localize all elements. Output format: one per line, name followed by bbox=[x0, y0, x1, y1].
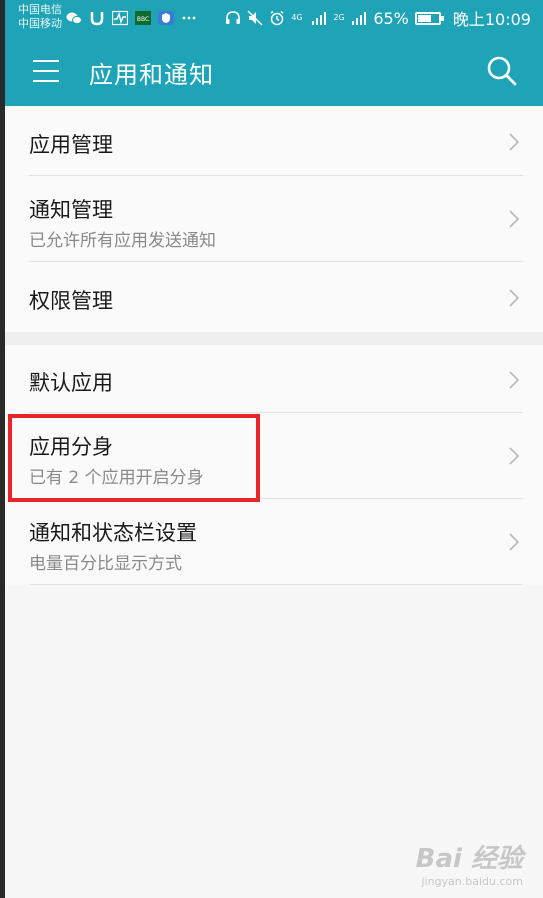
signal-icon bbox=[312, 12, 327, 25]
more-icon bbox=[182, 16, 196, 20]
status-right: 4G 2G 65% 晚上10:09 bbox=[225, 6, 531, 30]
item-subtitle: 已有 2 个应用开启分身 bbox=[29, 468, 204, 488]
chevron-right-icon bbox=[509, 447, 519, 465]
settings-group-1: 应用管理 通知管理 已允许所有应用发送通知 权限管理 bbox=[5, 106, 543, 332]
status-bar: 中国电信 中国移动 BBC 4G 2G 65% 晚上10:09 bbox=[0, 0, 543, 36]
watermark-url: jingyan.baidu.com bbox=[421, 875, 523, 888]
security-icon bbox=[158, 11, 174, 25]
menu-icon-line-2 bbox=[33, 70, 59, 72]
list-item-app-management[interactable]: 应用管理 bbox=[5, 106, 543, 176]
notification-icons: BBC bbox=[66, 8, 197, 28]
chevron-right-icon bbox=[509, 133, 519, 151]
list-item-notification-statusbar-settings[interactable]: 通知和状态栏设置 电量百分比显示方式 bbox=[5, 499, 543, 585]
divider bbox=[29, 584, 523, 585]
battery-fill bbox=[417, 14, 431, 22]
menu-icon-line-1 bbox=[33, 60, 59, 62]
item-title: 通知和状态栏设置 bbox=[29, 521, 197, 545]
carrier-info: 中国电信 中国移动 bbox=[18, 3, 62, 31]
bbc-icon: BBC bbox=[135, 11, 151, 25]
menu-icon-line-3 bbox=[33, 80, 59, 82]
screen: 中国电信 中国移动 BBC 4G 2G 65% 晚上10:09 应用和通知 应用… bbox=[0, 0, 543, 898]
clock: 晚上10:09 bbox=[452, 10, 531, 29]
app-bar: 应用和通知 bbox=[0, 36, 543, 106]
network-2g: 2G bbox=[333, 13, 345, 22]
carrier-2: 中国移动 bbox=[18, 17, 62, 30]
chevron-right-icon bbox=[509, 533, 519, 551]
list-item-app-twin[interactable]: 应用分身 已有 2 个应用开启分身 bbox=[5, 413, 543, 499]
list-item-default-apps[interactable]: 默认应用 bbox=[5, 345, 543, 413]
page-title: 应用和通知 bbox=[89, 61, 214, 89]
left-edge bbox=[0, 0, 5, 898]
alarm-icon bbox=[270, 10, 284, 26]
signal-icon-2 bbox=[352, 12, 367, 25]
item-title: 默认应用 bbox=[29, 371, 113, 395]
mute-icon bbox=[247, 10, 263, 26]
chevron-right-icon bbox=[509, 210, 519, 228]
chevron-right-icon bbox=[509, 371, 519, 389]
wechat-icon bbox=[66, 12, 82, 25]
item-title: 权限管理 bbox=[29, 289, 113, 313]
list-item-notification-management[interactable]: 通知管理 已允许所有应用发送通知 bbox=[5, 176, 543, 262]
item-title: 通知管理 bbox=[29, 198, 113, 222]
item-title: 应用分身 bbox=[29, 435, 113, 459]
watermark: Bai 经验 jingyan.baidu.com bbox=[416, 838, 523, 888]
item-subtitle: 已允许所有应用发送通知 bbox=[29, 231, 216, 251]
chevron-right-icon bbox=[509, 289, 519, 307]
list-item-permission-management[interactable]: 权限管理 bbox=[5, 262, 543, 332]
search-icon[interactable] bbox=[485, 54, 519, 88]
group-separator bbox=[5, 332, 543, 345]
settings-group-2: 默认应用 应用分身 已有 2 个应用开启分身 通知和状态栏设置 电量百分比显示方… bbox=[5, 345, 543, 585]
pulse-icon bbox=[112, 10, 128, 26]
item-subtitle: 电量百分比显示方式 bbox=[29, 554, 182, 574]
headphone-icon bbox=[226, 11, 241, 24]
shield-u-icon bbox=[90, 12, 104, 26]
battery-icon bbox=[414, 11, 444, 25]
svg-text:BBC: BBC bbox=[137, 16, 149, 23]
menu-button[interactable] bbox=[30, 58, 60, 84]
watermark-logo: Bai 经验 bbox=[415, 844, 523, 874]
battery-percent: 65% bbox=[373, 8, 409, 28]
item-title: 应用管理 bbox=[29, 133, 113, 157]
network-4g: 4G bbox=[291, 13, 303, 22]
carrier-1: 中国电信 bbox=[18, 3, 62, 16]
